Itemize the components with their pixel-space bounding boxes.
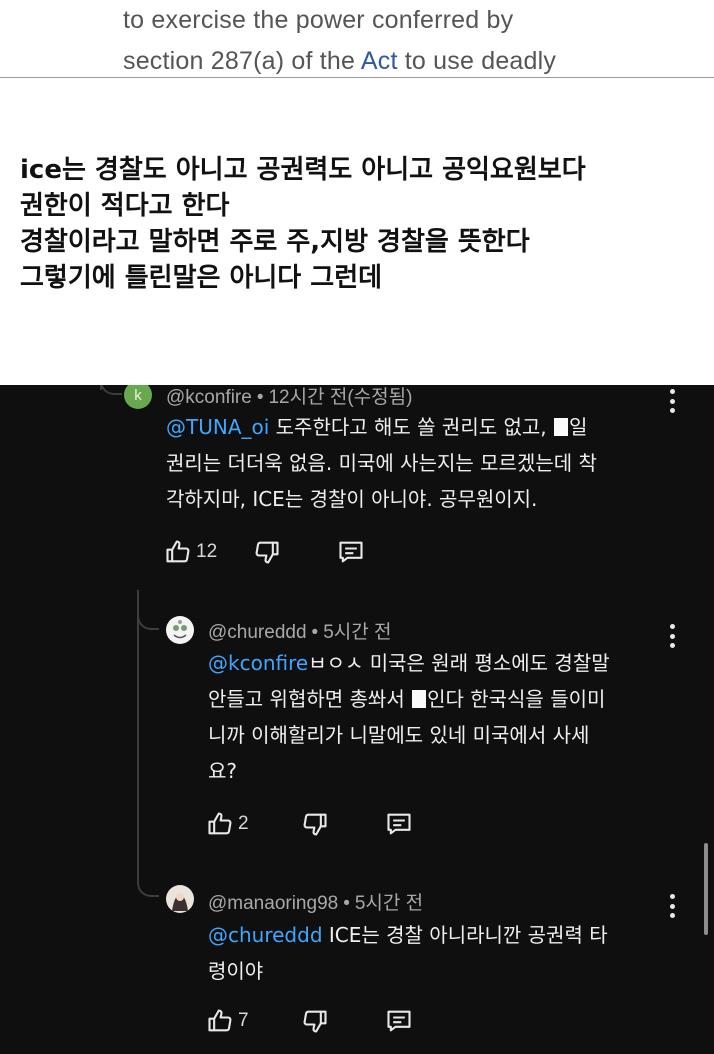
comment-line: 각하지마, ICE는 경찰이 아니야. 공무원이지. xyxy=(166,487,538,511)
comment-line: @TUNA_oi 도주한다고 해도 쏠 권리도 없고, 일 xyxy=(166,409,597,445)
thumb-up-icon xyxy=(166,540,190,563)
comment-line: 권리는 더더욱 없음. 미국에 사는지는 모르겠는데 착 xyxy=(166,451,597,475)
like-count: 7 xyxy=(238,1010,249,1031)
comment-body: @kconfireㅂㅇㅅ 미국은 원래 평소에도 경찰말 안들고 위협하면 총쏴… xyxy=(208,645,610,789)
scrollbar[interactable] xyxy=(704,843,708,935)
caption-line: 경찰이라고 말하면 주로 주,지방 경찰을 뜻한다 xyxy=(20,227,530,257)
document-line: to exercise the power conferred by xyxy=(123,6,514,34)
dislike-button[interactable] xyxy=(301,1007,329,1035)
act-link[interactable]: Act xyxy=(361,47,398,75)
comment-time: 5시간 전 xyxy=(354,893,424,914)
comment-actions: 7 xyxy=(206,1007,413,1035)
comment-line: @kconfireㅂㅇㅅ 미국은 원래 평소에도 경찰말 xyxy=(208,645,610,681)
comment-body: @TUNA_oi 도주한다고 해도 쏠 권리도 없고, 일 권리는 더더욱 없음… xyxy=(166,409,597,517)
avatar-image xyxy=(173,620,187,639)
thumb-down-icon xyxy=(303,813,327,836)
more-options-button[interactable] xyxy=(668,894,676,918)
comment-line: @chureddd ICE는 경찰 아니라니깐 공권력 타 xyxy=(208,917,608,953)
document-text: to use deadly xyxy=(397,47,557,75)
avatar[interactable] xyxy=(166,885,194,913)
document-line: section 287(a) of the Act to use deadly xyxy=(123,47,556,76)
mention-link[interactable]: @TUNA_oi xyxy=(166,415,269,439)
avatar[interactable] xyxy=(166,616,194,644)
thread-connector xyxy=(137,845,159,897)
comment-line: 안들고 위협하면 총쏴서 인다 한국식을 들이미 xyxy=(208,681,610,717)
avatar[interactable]: k xyxy=(124,385,152,409)
document-text: section 287(a) of the xyxy=(123,47,361,75)
like-count: 2 xyxy=(238,813,249,834)
comment-text: ㅂㅇㅅ 미국은 원래 평소에도 경찰말 xyxy=(308,651,610,675)
mention-link[interactable]: @chureddd xyxy=(208,923,323,947)
like-count: 12 xyxy=(196,541,218,562)
reply-button[interactable] xyxy=(385,1007,413,1035)
caption-line: ice는 경찰도 아니고 공권력도 아니고 공익요원보다 xyxy=(20,155,586,185)
comment-author[interactable]: @kconfire xyxy=(166,387,252,408)
reply-icon xyxy=(387,813,411,835)
reply-button[interactable] xyxy=(385,810,413,838)
dislike-button[interactable] xyxy=(301,810,329,838)
header-separator: • xyxy=(343,893,350,914)
comment-text: 인다 한국식을 들이미 xyxy=(427,687,606,711)
thumb-up-icon xyxy=(208,1009,232,1032)
header-separator: • xyxy=(311,622,319,643)
comment-actions: 2 xyxy=(206,810,413,838)
censor-box xyxy=(554,418,568,436)
like-button[interactable]: 12 xyxy=(164,538,217,566)
comment-time: 5시간 전 xyxy=(323,622,392,643)
thumb-down-icon xyxy=(303,1010,327,1033)
document-excerpt: to exercise the power conferred by secti… xyxy=(0,0,714,78)
post-caption: ice는 경찰도 아니고 공권력도 아니고 공익요원보다 권한이 적다고 한다 … xyxy=(20,152,710,296)
comment-text: ICE는 경찰 아니라니깐 공권력 타 xyxy=(322,923,608,947)
comment-actions: 12 xyxy=(164,538,365,566)
comment-text: 일 xyxy=(569,415,588,439)
like-button[interactable]: 7 xyxy=(206,1007,249,1035)
dislike-button[interactable] xyxy=(253,538,281,566)
comment-line: 니까 이해할리가 니말에도 있네 미국에서 사세 xyxy=(208,723,590,747)
comment-author[interactable]: @manaoring98 xyxy=(208,893,338,914)
thread-connector xyxy=(137,590,159,630)
comment-body: @chureddd ICE는 경찰 아니라니깐 공권력 타 령이야 xyxy=(208,917,608,989)
more-options-button[interactable] xyxy=(668,389,676,413)
thread-connector xyxy=(100,385,122,395)
comment-thread: k @kconfire • 12시간 전(수정됨) @TUNA_oi 도주한다고 해… xyxy=(0,385,714,1054)
thumb-down-icon xyxy=(255,541,279,564)
thumb-up-icon xyxy=(208,812,232,835)
thread-connector xyxy=(137,600,139,870)
comment-header: @manaoring98 • 5시간 전 xyxy=(208,888,423,915)
mention-link[interactable]: @kconfire xyxy=(208,651,308,675)
reply-icon xyxy=(387,1010,411,1032)
like-button[interactable]: 2 xyxy=(206,810,249,838)
censor-box xyxy=(412,690,427,708)
comment-line: 령이야 xyxy=(208,959,264,983)
header-separator: • xyxy=(256,387,264,408)
reply-button[interactable] xyxy=(337,538,365,566)
comment-text: 도주한다고 해도 쏠 권리도 없고, xyxy=(269,415,553,439)
comment-header: @chureddd • 5시간 전 xyxy=(208,617,391,644)
comment-text: 안들고 위협하면 총쏴서 xyxy=(208,687,412,711)
caption-line: 그렇기에 틀린말은 아니다 그런데 xyxy=(20,263,383,293)
comment-header: @kconfire • 12시간 전(수정됨) xyxy=(166,385,412,409)
avatar-image xyxy=(172,893,188,911)
comment-line: 요? xyxy=(208,759,238,783)
avatar-letter: k xyxy=(134,386,142,404)
reply-icon xyxy=(339,541,363,563)
comment-time: 12시간 전(수정됨) xyxy=(268,387,413,408)
caption-line: 권한이 적다고 한다 xyxy=(20,191,230,221)
more-options-button[interactable] xyxy=(668,624,676,648)
comment-author[interactable]: @chureddd xyxy=(208,622,307,643)
